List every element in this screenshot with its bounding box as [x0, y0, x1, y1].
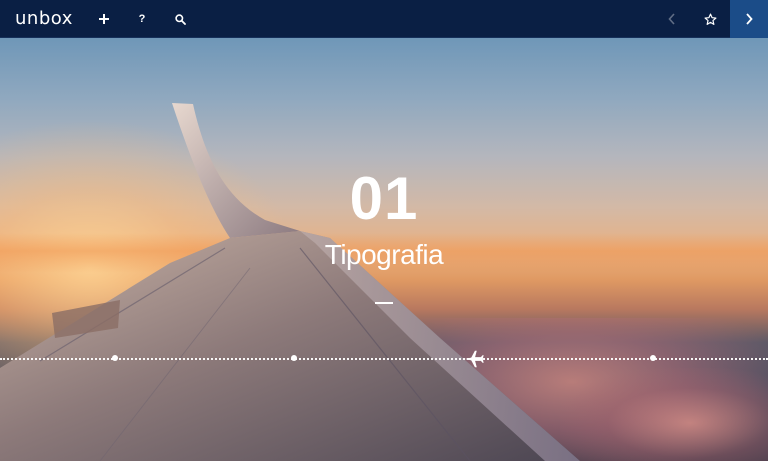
- app-logo[interactable]: unbox: [15, 7, 73, 31]
- next-slide-button[interactable]: [730, 0, 768, 38]
- search-button[interactable]: [161, 0, 199, 38]
- search-icon: [174, 13, 186, 25]
- timeline-stop[interactable]: [291, 355, 297, 361]
- slide-title: Tipografia: [324, 239, 444, 270]
- top-navbar: unbox ?: [0, 0, 768, 38]
- plus-icon: [99, 14, 109, 24]
- question-mark-icon: ?: [138, 13, 146, 25]
- chevron-left-icon: [668, 13, 675, 25]
- title-divider: [375, 302, 393, 304]
- chevron-right-icon: [746, 13, 753, 25]
- help-button[interactable]: ?: [123, 0, 161, 38]
- star-icon: [703, 12, 717, 25]
- favorite-button[interactable]: [691, 0, 729, 38]
- hero-slide: 01 Tipografia: [0, 38, 768, 461]
- add-button[interactable]: [85, 0, 123, 38]
- timeline-stop[interactable]: [650, 355, 656, 361]
- previous-slide-button[interactable]: [653, 0, 691, 38]
- timeline-stop[interactable]: [112, 355, 118, 361]
- airplane-icon[interactable]: [463, 348, 485, 370]
- slide-number: 01: [349, 165, 419, 232]
